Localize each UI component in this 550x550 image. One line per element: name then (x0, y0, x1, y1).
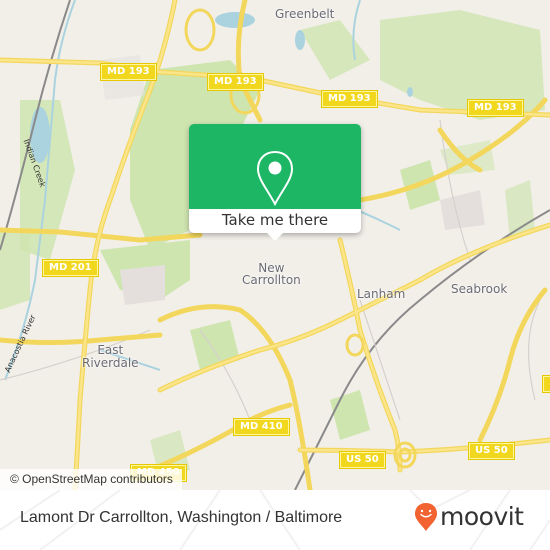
place-label-greenbelt: Greenbelt (275, 7, 335, 21)
moovit-wordmark: moovit (440, 502, 524, 531)
road-shield-md193-west: MD 193 (100, 63, 157, 81)
road-shield-md193-center: MD 193 (207, 73, 264, 91)
footer-bar: Lamont Dr Carrollton, Washington / Balti… (0, 490, 550, 550)
road-shield-md193-mid: MD 193 (321, 90, 378, 108)
take-me-there-button[interactable]: Take me there (189, 209, 361, 233)
road-shield-partial-east (541, 375, 550, 393)
place-label-lanham: Lanham (357, 287, 406, 301)
popup-pointer (266, 232, 284, 241)
road-shield-md193-east: MD 193 (467, 99, 524, 117)
popup-header (189, 124, 361, 209)
location-popup: Take me there (189, 124, 361, 241)
location-title: Lamont Dr Carrollton, Washington / Balti… (20, 509, 343, 526)
moovit-logo[interactable]: moovit (414, 502, 524, 532)
map-pin-icon (256, 150, 294, 207)
place-label-seabrook: Seabrook (451, 282, 508, 296)
map-attribution[interactable]: © OpenStreetMap contributors (0, 469, 182, 490)
map-view[interactable]: MD 193 MD 193 MD 193 MD 193 MD 201 MD 41… (0, 0, 550, 490)
road-shield-md410: MD 410 (233, 418, 290, 436)
place-label-east-riverdale: East Riverdale (82, 343, 139, 370)
moovit-pin-smile-icon (415, 503, 437, 531)
road-shield-us50-east: US 50 (468, 442, 515, 460)
place-label-new-carrollton: New Carrollton (242, 261, 301, 287)
road-shield-md201: MD 201 (42, 259, 99, 277)
map-tiles (0, 0, 550, 490)
road-shield-us50-west: US 50 (339, 451, 386, 469)
